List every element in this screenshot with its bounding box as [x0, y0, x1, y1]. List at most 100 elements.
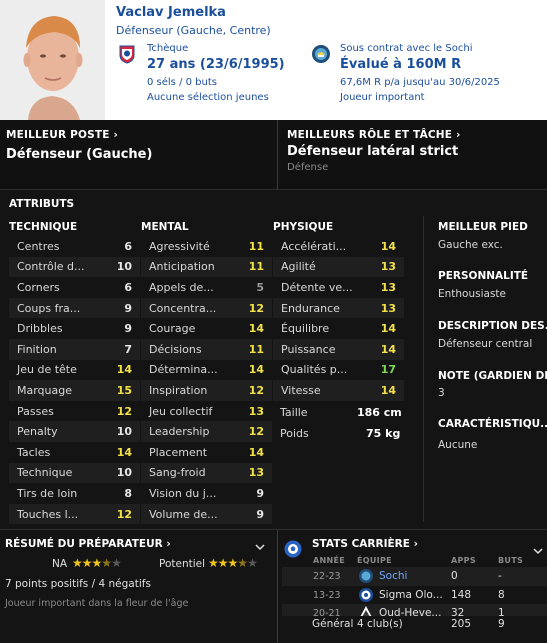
- youth-caps: Aucune sélection jeunes: [147, 92, 269, 103]
- nationality-link[interactable]: Tchèque: [147, 43, 188, 54]
- football-icon: [284, 540, 302, 558]
- attribute-value: 12: [248, 301, 264, 315]
- attribute-row[interactable]: Concentra... 12: [141, 297, 272, 319]
- career-row[interactable]: 22-23 Sochi 0 -: [282, 567, 547, 586]
- attribute-row[interactable]: Penalty 10: [9, 421, 140, 442]
- attribute-value: 11: [248, 342, 264, 356]
- international-caps: 0 séls / 0 buts: [147, 77, 217, 88]
- attribute-row[interactable]: Tirs de loin 8: [9, 483, 140, 504]
- physical-attributes: Accélérati... 14 Agilité 13 Détente ve... 13 E…: [273, 236, 404, 401]
- scout-points: 7 points positifs / 4 négatifs: [5, 578, 151, 590]
- attribute-name: Centres: [17, 239, 60, 253]
- career-apps: 0: [451, 570, 458, 582]
- attribute-row[interactable]: Vision du j... 9: [141, 483, 272, 504]
- star-icon: ★: [208, 556, 219, 570]
- attribute-row[interactable]: Agilité 13: [273, 256, 404, 278]
- attribute-name: Dribbles: [17, 322, 63, 336]
- career-apps: 32: [451, 607, 465, 616]
- attribute-row[interactable]: Leadership 12: [141, 421, 272, 442]
- attribute-name: Tirs de loin: [17, 486, 78, 500]
- description-value: Défenseur central: [438, 338, 533, 350]
- player-age: 27 ans (23/6/1995): [147, 57, 285, 72]
- attribute-value: 9: [124, 301, 132, 315]
- player-name: Vaclav Jemelka: [116, 5, 226, 20]
- career-header-club: ÉQUIPE: [357, 556, 392, 565]
- scout-report-title[interactable]: RÉSUMÉ DU PRÉPARATEUR ›: [5, 538, 171, 550]
- career-club[interactable]: Sochi: [379, 570, 407, 582]
- attribute-value: 9: [256, 507, 264, 521]
- attribute-name: Passes: [17, 404, 54, 418]
- attribute-row[interactable]: Décisions 11: [141, 338, 272, 360]
- potential-ability-stars: ★★★★★: [208, 556, 258, 570]
- attribute-name: Inspiration: [149, 383, 208, 397]
- attribute-row[interactable]: Qualités p... 17: [273, 360, 404, 381]
- height-value: 186 cm: [357, 406, 402, 419]
- attribute-row[interactable]: Détente ve... 13: [273, 277, 404, 298]
- career-row[interactable]: 13-23 Sigma Olo... 148 8: [282, 586, 547, 605]
- player-header: Vaclav Jemelka Défenseur (Gauche, Centre…: [0, 0, 547, 120]
- attribute-row[interactable]: Placement 14: [141, 442, 272, 463]
- best-role-title[interactable]: MEILLEURS RÔLE ET TÂCHE ›: [287, 129, 461, 141]
- attribute-row[interactable]: Détermina... 14: [141, 360, 272, 381]
- attribute-name: Détente ve...: [281, 280, 353, 294]
- attribute-row[interactable]: Tacles 14: [9, 442, 140, 463]
- chevron-down-icon[interactable]: [255, 542, 265, 552]
- gk-rating-title: NOTE (GARDIEN DE...: [438, 370, 547, 382]
- attribute-row[interactable]: Marquage 15: [9, 380, 140, 401]
- player-position: Défenseur (Gauche, Centre): [116, 24, 271, 37]
- attribute-name: Détermina...: [149, 363, 218, 377]
- attribute-row[interactable]: Volume de... 9: [141, 503, 272, 525]
- attribute-value: 11: [248, 260, 264, 274]
- chevron-down-icon[interactable]: [533, 546, 543, 556]
- career-row[interactable]: 20-21 Oud-Heve... 32 1: [282, 604, 547, 616]
- attribute-row[interactable]: Dribbles 9: [9, 318, 140, 339]
- career-year: 20-21: [313, 608, 341, 616]
- attribute-row[interactable]: Sang-froid 13: [141, 462, 272, 484]
- attribute-row[interactable]: Coups fra... 9: [9, 297, 140, 319]
- attribute-value: 12: [248, 425, 264, 439]
- attribute-value: 13: [380, 301, 396, 315]
- czech-federation-badge-icon[interactable]: [117, 44, 137, 64]
- attribute-row[interactable]: Jeu de tête 14: [9, 360, 140, 381]
- attribute-row[interactable]: Passes 12: [9, 401, 140, 422]
- weight-label: Poids: [280, 427, 309, 440]
- career-stats-title[interactable]: STATS CARRIÈRE ›: [312, 538, 418, 550]
- career-club[interactable]: Sigma Olo...: [379, 589, 443, 601]
- attribute-row[interactable]: Contrôle d... 10: [9, 256, 140, 278]
- contract-status[interactable]: Sous contrat avec le Sochi: [340, 43, 472, 54]
- mental-attributes: Agressivité 11 Anticipation 11 Appels de... 5…: [141, 236, 272, 525]
- attribute-value: 7: [124, 342, 132, 356]
- attribute-row[interactable]: Anticipation 11: [141, 256, 272, 278]
- attribute-row[interactable]: Vitesse 14: [273, 380, 404, 401]
- sochi-badge-icon[interactable]: [311, 44, 331, 64]
- star-icon: ★: [81, 556, 93, 570]
- attribute-row[interactable]: Inspiration 12: [141, 380, 272, 401]
- attribute-row[interactable]: Agressivité 11: [141, 236, 272, 257]
- attribute-value: 13: [248, 466, 264, 480]
- attribute-name: Agilité: [281, 260, 316, 274]
- attribute-row[interactable]: Finition 7: [9, 338, 140, 360]
- attribute-value: 14: [380, 383, 396, 397]
- attribute-row[interactable]: Jeu collectif 13: [141, 401, 272, 422]
- attribute-row[interactable]: Endurance 13: [273, 297, 404, 319]
- attribute-row[interactable]: Technique 10: [9, 462, 140, 484]
- attribute-row[interactable]: Corners 6: [9, 277, 140, 298]
- attribute-row[interactable]: Courage 14: [141, 318, 272, 339]
- star-icon: ★: [227, 556, 239, 570]
- role-strip: MEILLEUR POSTE › Défenseur (Gauche) MEIL…: [0, 120, 547, 190]
- career-club[interactable]: Oud-Heve...: [379, 607, 441, 616]
- career-header-year: ANNÉE: [313, 556, 346, 565]
- attribute-row[interactable]: Puissance 14: [273, 338, 404, 360]
- attribute-row[interactable]: Équilibre 14: [273, 318, 404, 339]
- personality-value: Enthousiaste: [438, 288, 507, 300]
- attribute-row[interactable]: Appels de... 5: [141, 277, 272, 298]
- career-goals: 1: [498, 607, 505, 616]
- best-position-title[interactable]: MEILLEUR POSTE ›: [6, 129, 118, 141]
- height-label: Taille: [280, 406, 308, 419]
- attribute-name: Décisions: [149, 342, 202, 356]
- attribute-name: Agressivité: [149, 239, 210, 253]
- attribute-row[interactable]: Accélérati... 14: [273, 236, 404, 257]
- attribute-row[interactable]: Touches l... 12: [9, 503, 140, 525]
- attribute-name: Appels de...: [149, 280, 214, 294]
- attribute-row[interactable]: Centres 6: [9, 236, 140, 257]
